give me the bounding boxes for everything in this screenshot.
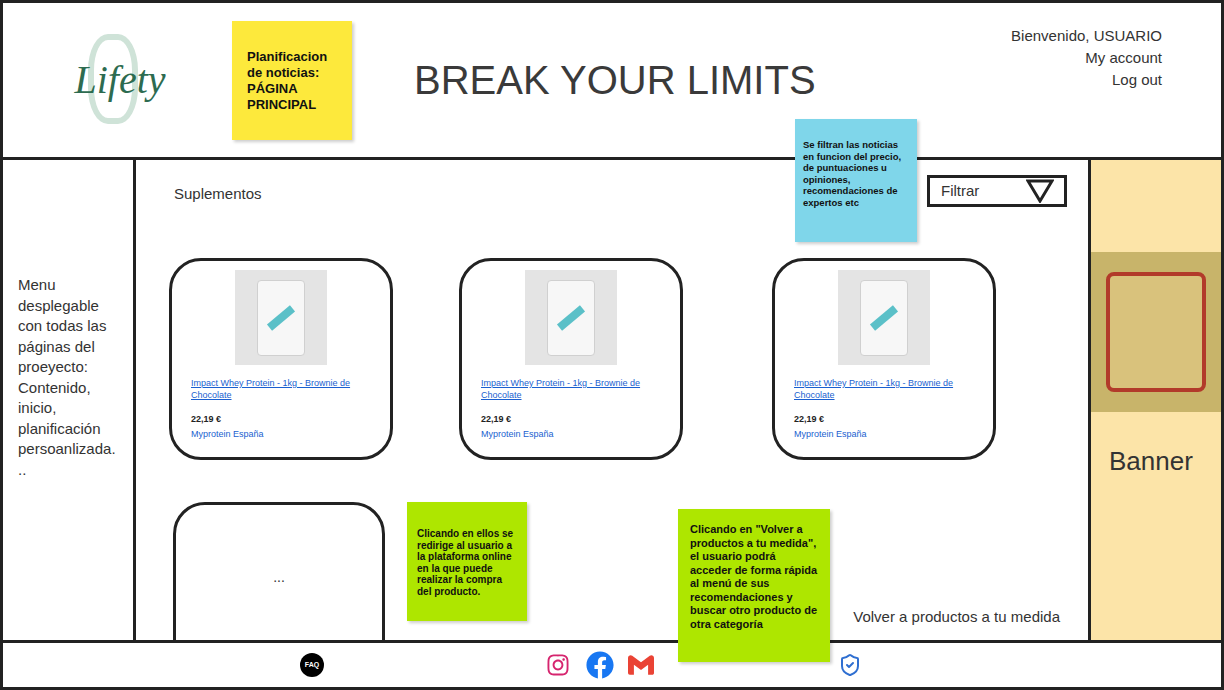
- user-menu: Bienvenido, USUARIOMy accountLog out: [1011, 3, 1162, 91]
- product-card[interactable]: Impact Whey Protein - 1kg - Brownie de C…: [459, 258, 683, 460]
- product-card[interactable]: Impact Whey Protein - 1kg - Brownie de C…: [772, 258, 996, 460]
- banner-label: Banner: [1091, 442, 1221, 481]
- facebook-icon[interactable]: [586, 651, 614, 679]
- toolbar: Suplementos Filtrar: [136, 175, 1088, 207]
- gmail-icon[interactable]: [628, 652, 654, 678]
- product-price: 22,19 €: [794, 413, 974, 425]
- logo[interactable]: Lifety: [58, 30, 182, 130]
- user-menu-item: Bienvenido, USUARIO: [1011, 25, 1162, 47]
- back-link[interactable]: Volver a productos a tu medida: [853, 606, 1060, 629]
- sticky-note: Planificacion de noticias: PÁGINA PRINCI…: [232, 21, 352, 140]
- filter-dropdown[interactable]: Filtrar: [927, 175, 1067, 207]
- sticky-note: Clicando en "Volver a productos a tu med…: [678, 509, 830, 662]
- header: Lifety Planificacion de noticias: PÁGINA …: [3, 3, 1221, 160]
- bottom-row: ...Clicando en ellos se redirige al usua…: [136, 502, 1088, 640]
- product-card[interactable]: Impact Whey Protein - 1kg - Brownie de C…: [169, 258, 393, 460]
- banner[interactable]: Banner: [1088, 160, 1221, 640]
- product-price: 22,19 €: [191, 413, 371, 425]
- shield-icon[interactable]: [838, 653, 862, 677]
- instagram-icon[interactable]: [546, 653, 570, 677]
- user-menu-item[interactable]: My account: [1085, 47, 1162, 69]
- product-title[interactable]: Impact Whey Protein - 1kg - Brownie de C…: [191, 377, 371, 401]
- product-price: 22,19 €: [481, 413, 661, 425]
- main-content: Suplementos Filtrar Impact Whey Protein - …: [136, 160, 1088, 640]
- product-title[interactable]: Impact Whey Protein - 1kg - Brownie de C…: [794, 377, 974, 401]
- sticky-note: Clicando en ellos se redirige al usuario…: [407, 502, 527, 621]
- body: Menu desplegable con todas las páginas d…: [3, 160, 1221, 640]
- faq-icon[interactable]: FAQ: [300, 653, 324, 677]
- footer: FAQ: [3, 640, 1221, 687]
- sidebar[interactable]: Menu desplegable con todas las páginas d…: [3, 160, 136, 640]
- product-image: [838, 270, 930, 365]
- product-image: [235, 270, 327, 365]
- product-seller[interactable]: Myprotein España: [794, 428, 974, 440]
- product-seller[interactable]: Myprotein España: [191, 428, 371, 440]
- user-menu-item[interactable]: Log out: [1112, 69, 1162, 91]
- sticky-note: Se filtran las noticias en funcion del p…: [795, 119, 917, 242]
- product-row: Impact Whey Protein - 1kg - Brownie de C…: [136, 258, 1088, 460]
- product-seller[interactable]: Myprotein España: [481, 428, 661, 440]
- product-title[interactable]: Impact Whey Protein - 1kg - Brownie de C…: [481, 377, 661, 401]
- page: Lifety Planificacion de noticias: PÁGINA …: [0, 0, 1224, 690]
- banner-image: [1091, 252, 1221, 412]
- section-title: Suplementos: [174, 177, 262, 206]
- chevron-down-icon: [1026, 179, 1054, 203]
- product-card[interactable]: ...: [173, 502, 385, 640]
- page-title: BREAK YOUR LIMITS: [414, 50, 816, 110]
- product-image: [525, 270, 617, 365]
